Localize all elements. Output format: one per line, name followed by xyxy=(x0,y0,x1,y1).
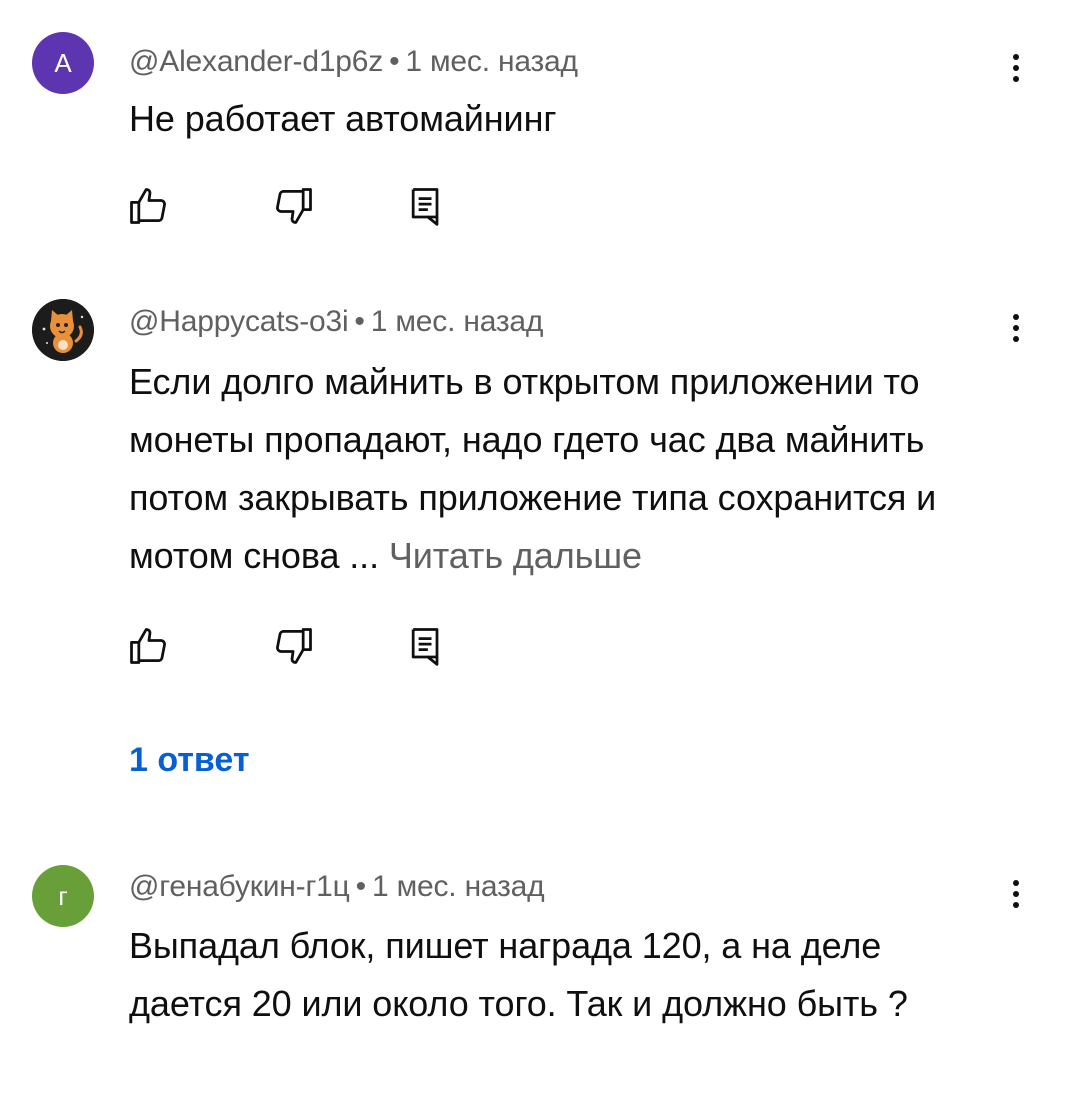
comment-author[interactable]: @Happycats-o3i xyxy=(129,305,349,338)
comment-text: Не работает автомайнинг xyxy=(129,90,1009,148)
cat-avatar-icon xyxy=(32,299,94,361)
meta-separator: • xyxy=(389,45,400,78)
like-button[interactable] xyxy=(118,616,178,676)
avatar[interactable] xyxy=(32,299,94,361)
comment-author[interactable]: @генабукин-г1ц xyxy=(129,870,350,903)
meta-separator: • xyxy=(355,870,367,903)
thumb-down-icon xyxy=(276,188,312,224)
avatar-letter: г xyxy=(58,880,68,911)
reply-button[interactable] xyxy=(396,616,456,676)
comment-text-content: Выпадал блок, пишет награда 120, а на де… xyxy=(129,925,908,1024)
comment-meta: @Alexander-d1p6z • 1 мес. назад xyxy=(129,45,578,79)
reply-button[interactable] xyxy=(396,176,456,236)
comment-text: Выпадал блок, пишет награда 120, а на де… xyxy=(129,917,989,1033)
comment-text: Если долго майнить в открытом приложении… xyxy=(129,353,999,585)
thumb-up-icon xyxy=(130,628,166,664)
comment-time: 1 мес. назад xyxy=(370,305,544,338)
comment-text-content: Не работает автомайнинг xyxy=(129,98,557,139)
more-vert-icon[interactable] xyxy=(1000,870,1032,918)
comment-time: 1 мес. назад xyxy=(371,870,545,903)
read-more-link[interactable]: Читать дальше xyxy=(389,535,642,576)
reply-comment-icon xyxy=(411,628,439,666)
more-vert-icon[interactable] xyxy=(1000,304,1032,352)
thumb-up-icon xyxy=(130,188,166,224)
avatar-letter: A xyxy=(54,47,72,78)
thumb-down-icon xyxy=(276,628,312,664)
more-vert-icon[interactable] xyxy=(1000,44,1032,92)
dislike-button[interactable] xyxy=(264,616,324,676)
avatar[interactable]: A xyxy=(32,32,94,94)
comment-meta: @генабукин-г1ц • 1 мес. назад xyxy=(129,870,545,904)
avatar[interactable]: г xyxy=(32,865,94,927)
comment-author[interactable]: @Alexander-d1p6z xyxy=(129,45,383,78)
meta-separator: • xyxy=(354,305,365,338)
comment-meta: @Happycats-o3i • 1 мес. назад xyxy=(129,305,543,339)
dislike-button[interactable] xyxy=(264,176,324,236)
like-button[interactable] xyxy=(118,176,178,236)
reply-comment-icon xyxy=(411,188,439,226)
comment-time: 1 мес. назад xyxy=(405,45,578,78)
view-replies-button[interactable]: 1 ответ xyxy=(129,741,250,780)
